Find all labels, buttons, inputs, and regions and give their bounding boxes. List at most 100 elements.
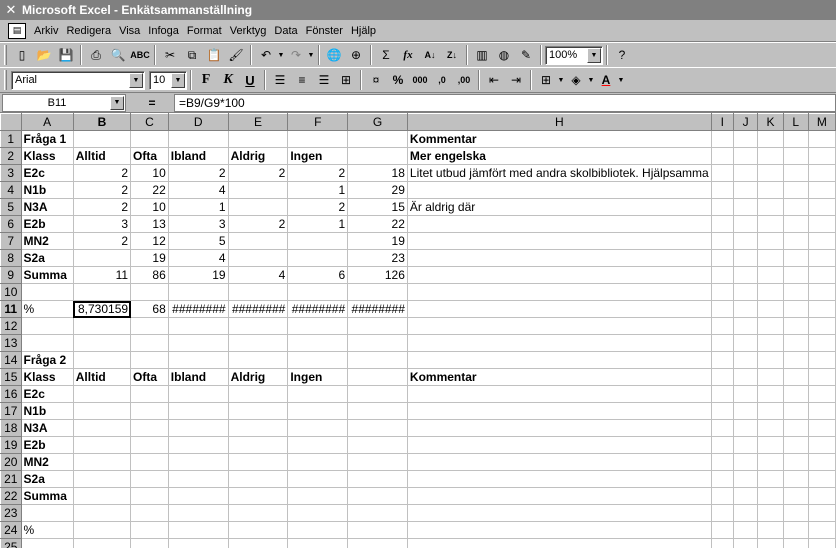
cell[interactable]: 68 bbox=[130, 300, 169, 318]
cell[interactable]: Klass bbox=[20, 147, 74, 165]
zoom-select[interactable]: 100% ▼ bbox=[545, 45, 603, 65]
cell[interactable] bbox=[167, 419, 229, 437]
cell[interactable] bbox=[782, 198, 809, 216]
cell[interactable] bbox=[406, 249, 712, 267]
hyperlink-icon[interactable]: 🌐 bbox=[323, 44, 345, 66]
cell[interactable] bbox=[130, 521, 169, 539]
cell[interactable] bbox=[406, 453, 712, 471]
cell[interactable] bbox=[807, 334, 836, 352]
row-header[interactable]: 23 bbox=[0, 504, 22, 522]
cell[interactable] bbox=[710, 521, 734, 539]
cell[interactable] bbox=[732, 470, 759, 488]
cell[interactable] bbox=[710, 453, 734, 471]
cell[interactable]: 2 bbox=[72, 181, 132, 199]
row-header[interactable]: 18 bbox=[0, 419, 22, 437]
menu-fonster[interactable]: Fönster bbox=[302, 25, 347, 37]
row-header[interactable]: 10 bbox=[0, 283, 22, 301]
cell[interactable] bbox=[757, 266, 784, 284]
cell[interactable]: 22 bbox=[130, 181, 169, 199]
cell[interactable] bbox=[757, 147, 784, 165]
cell[interactable] bbox=[72, 351, 132, 369]
cell[interactable] bbox=[732, 164, 759, 182]
cell[interactable] bbox=[347, 334, 408, 352]
save-icon[interactable]: 💾 bbox=[55, 44, 77, 66]
cell[interactable] bbox=[782, 436, 809, 454]
cell[interactable] bbox=[807, 436, 836, 454]
cut-icon[interactable]: ✂ bbox=[159, 44, 181, 66]
cell[interactable] bbox=[227, 470, 289, 488]
cell[interactable] bbox=[807, 470, 836, 488]
cell[interactable] bbox=[710, 334, 734, 352]
cell[interactable] bbox=[227, 504, 289, 522]
row-header[interactable]: 20 bbox=[0, 453, 22, 471]
merge-center-icon[interactable]: ⊞ bbox=[335, 69, 357, 91]
cell[interactable] bbox=[710, 368, 734, 386]
cell[interactable]: 8,730159 bbox=[72, 300, 132, 318]
cell[interactable] bbox=[72, 504, 132, 522]
cell[interactable] bbox=[732, 351, 759, 369]
align-right-icon[interactable]: ☰ bbox=[313, 69, 335, 91]
bold-button[interactable]: F bbox=[195, 69, 217, 91]
cell[interactable] bbox=[406, 351, 712, 369]
cell[interactable]: 10 bbox=[130, 198, 169, 216]
cell[interactable] bbox=[710, 232, 734, 250]
cell[interactable]: N3A bbox=[20, 198, 74, 216]
cell[interactable] bbox=[807, 351, 836, 369]
cell[interactable]: 2 bbox=[287, 164, 349, 182]
cell[interactable] bbox=[732, 504, 759, 522]
cell[interactable] bbox=[130, 402, 169, 420]
row-header[interactable]: 15 bbox=[0, 368, 22, 386]
cell[interactable] bbox=[710, 164, 734, 182]
cell[interactable] bbox=[167, 436, 229, 454]
cell[interactable]: 2 bbox=[227, 164, 289, 182]
cell[interactable]: 29 bbox=[347, 181, 408, 199]
chevron-down-icon[interactable]: ▼ bbox=[110, 95, 124, 110]
sort-descending-icon[interactable]: Z↓ bbox=[441, 44, 463, 66]
cell[interactable] bbox=[807, 538, 836, 548]
cell[interactable] bbox=[72, 402, 132, 420]
cell[interactable]: 15 bbox=[347, 198, 408, 216]
cell[interactable] bbox=[757, 283, 784, 301]
cell[interactable]: 1 bbox=[287, 181, 349, 199]
align-center-icon[interactable]: ≡ bbox=[291, 69, 313, 91]
increase-decimal-icon[interactable]: ,0 bbox=[431, 69, 453, 91]
row-header[interactable]: 25 bbox=[0, 538, 22, 548]
borders-dropdown-icon[interactable]: ▼ bbox=[557, 77, 565, 84]
cell[interactable] bbox=[167, 351, 229, 369]
cell[interactable] bbox=[167, 521, 229, 539]
cell[interactable]: 23 bbox=[347, 249, 408, 267]
cell[interactable] bbox=[287, 538, 349, 548]
cell[interactable] bbox=[782, 368, 809, 386]
cell[interactable]: 2 bbox=[287, 198, 349, 216]
cell[interactable] bbox=[406, 283, 712, 301]
cell[interactable]: Ofta bbox=[130, 368, 169, 386]
cell[interactable] bbox=[757, 249, 784, 267]
cell[interactable]: Alltid bbox=[72, 147, 132, 165]
cell[interactable] bbox=[782, 521, 809, 539]
cell[interactable] bbox=[807, 419, 836, 437]
menu-hjalp[interactable]: Hjälp bbox=[347, 25, 380, 37]
cell[interactable] bbox=[406, 402, 712, 420]
cell[interactable] bbox=[807, 504, 836, 522]
increase-indent-icon[interactable]: ⇥ bbox=[505, 69, 527, 91]
cell[interactable] bbox=[782, 249, 809, 267]
cell[interactable] bbox=[347, 402, 408, 420]
cell[interactable] bbox=[167, 334, 229, 352]
font-name-select[interactable]: Arial ▼ bbox=[11, 70, 145, 90]
new-document-icon[interactable]: ▯ bbox=[11, 44, 33, 66]
font-color-dropdown-icon[interactable]: ▼ bbox=[617, 77, 625, 84]
cell[interactable] bbox=[347, 283, 408, 301]
cell[interactable] bbox=[807, 385, 836, 403]
cell[interactable]: 22 bbox=[347, 215, 408, 233]
cell[interactable] bbox=[167, 470, 229, 488]
cell[interactable] bbox=[710, 317, 734, 335]
cell[interactable] bbox=[287, 130, 349, 148]
cell[interactable] bbox=[287, 487, 349, 505]
cell[interactable]: 13 bbox=[130, 215, 169, 233]
row-header[interactable]: 8 bbox=[0, 249, 22, 267]
cell[interactable] bbox=[710, 385, 734, 403]
cell[interactable]: MN2 bbox=[20, 453, 74, 471]
row-header[interactable]: 4 bbox=[0, 181, 22, 199]
cell[interactable] bbox=[227, 453, 289, 471]
cell[interactable]: 3 bbox=[72, 215, 132, 233]
